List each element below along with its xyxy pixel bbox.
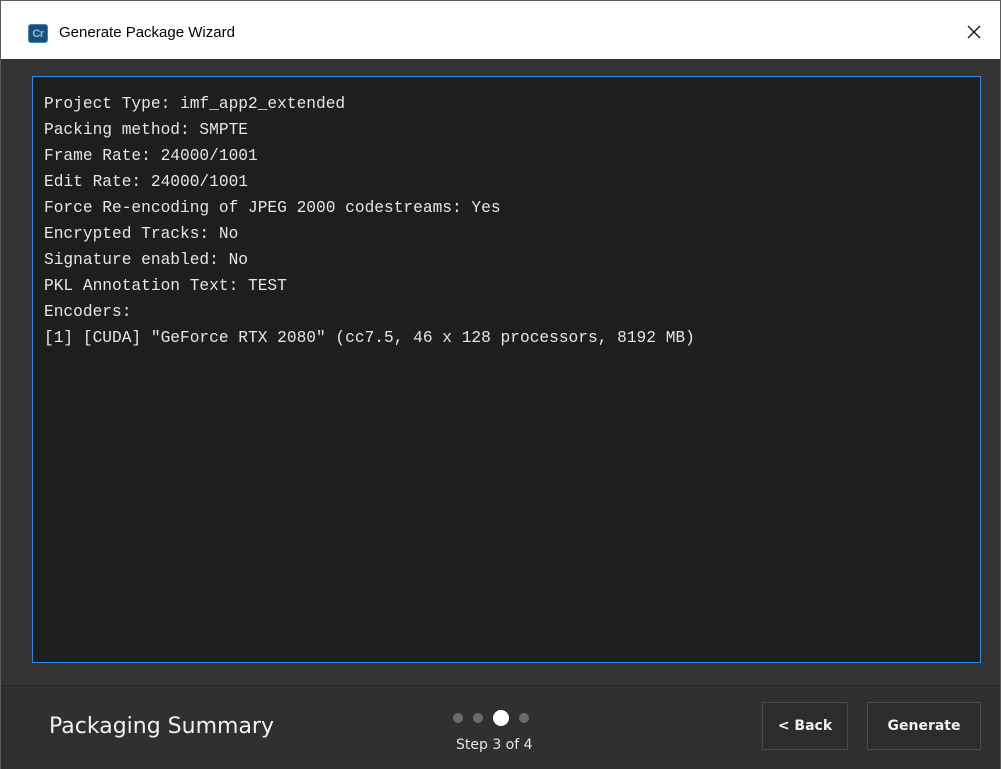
summary-text: Project Type: imf_app2_extended Packing … [33,77,980,351]
step-dot [519,713,529,723]
wizard-footer: Packaging Summary Step 3 of 4 < Back Gen… [1,685,1000,769]
summary-line: Signature enabled: No [44,251,248,269]
close-icon [967,25,981,39]
step-dot [453,713,463,723]
step-dot [473,713,483,723]
step-label: Step 3 of 4 [456,737,533,753]
window-title: Generate Package Wizard [59,24,235,41]
title-bar: Cr Generate Package Wizard [1,1,1000,59]
step-indicator [453,710,539,726]
close-button[interactable] [960,19,988,45]
app-logo-text: Cr [32,27,44,40]
back-button[interactable]: < Back [762,702,848,750]
summary-line: Project Type: imf_app2_extended [44,95,346,113]
app-logo-icon: Cr [28,24,48,43]
summary-line: Force Re-encoding of JPEG 2000 codestrea… [44,199,501,217]
summary-line: Edit Rate: 24000/1001 [44,173,248,191]
summary-text-area[interactable]: Project Type: imf_app2_extended Packing … [32,76,981,663]
summary-line: Frame Rate: 24000/1001 [44,147,258,165]
page-title: Packaging Summary [49,714,274,739]
generate-package-wizard-window: Cr Generate Package Wizard Project Type:… [0,0,1001,769]
summary-line: PKL Annotation Text: TEST [44,277,287,295]
generate-button[interactable]: Generate [867,702,981,750]
summary-line: Encrypted Tracks: No [44,225,239,243]
step-dot-current [493,710,509,726]
summary-line: Encoders: [44,303,132,321]
summary-line: Packing method: SMPTE [44,121,248,139]
summary-line: [1] [CUDA] "GeForce RTX 2080" (cc7.5, 46… [44,329,695,347]
